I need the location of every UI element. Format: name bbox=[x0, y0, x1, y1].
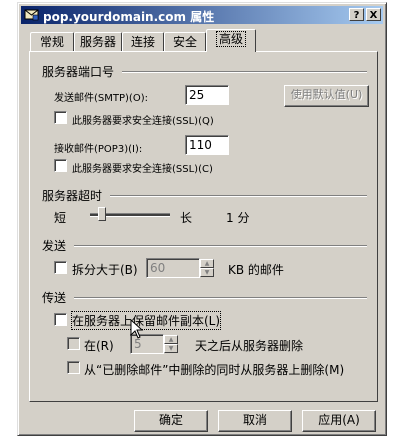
ports-divider bbox=[122, 71, 367, 73]
delivery-divider bbox=[74, 297, 367, 299]
tab-advanced-label: 高级 bbox=[215, 31, 247, 47]
window-title: pop.yourdomain.com 属性 bbox=[43, 10, 215, 24]
spin-down-icon[interactable]: ▼ bbox=[200, 268, 214, 277]
spin-up-icon[interactable]: ▲ bbox=[164, 335, 178, 344]
cancel-button[interactable]: 取消 bbox=[218, 410, 292, 432]
properties-dialog: pop.yourdomain.com 属性 ? X 常规 服务器 连接 安全 高… bbox=[17, 2, 387, 436]
sending-divider bbox=[74, 245, 367, 247]
pop3-port-input[interactable]: 110 bbox=[185, 135, 229, 155]
remove-after-label: 在(R) bbox=[84, 339, 114, 353]
timeout-value: 1 分 bbox=[226, 211, 250, 225]
remove-deleted-checkbox[interactable] bbox=[67, 361, 80, 374]
timeout-slider-thumb[interactable] bbox=[98, 207, 106, 221]
delivery-group-title: 传送 bbox=[42, 291, 67, 305]
remove-after-suffix: 天之后从服务器删除 bbox=[195, 339, 304, 353]
split-size-input[interactable]: 60 bbox=[146, 258, 200, 278]
remove-days-spinner[interactable]: ▲ ▼ bbox=[164, 335, 178, 353]
spin-down-icon[interactable]: ▼ bbox=[164, 344, 178, 353]
close-button[interactable]: X bbox=[366, 8, 381, 21]
split-size-spinner[interactable]: ▲ ▼ bbox=[200, 259, 214, 277]
tab-connection[interactable]: 连接 bbox=[122, 32, 164, 52]
title-bar[interactable]: pop.yourdomain.com 属性 ? X bbox=[21, 6, 383, 24]
timeout-short-label: 短 bbox=[54, 211, 67, 225]
split-messages-checkbox[interactable] bbox=[54, 261, 67, 274]
pop3-ssl-label: 此服务器要求安全连接(SSL)(C) bbox=[72, 164, 213, 175]
split-messages-label: 拆分大于(B) bbox=[72, 263, 138, 277]
sending-group-title: 发送 bbox=[42, 239, 67, 253]
mouse-cursor-icon bbox=[130, 319, 144, 339]
help-button[interactable]: ? bbox=[349, 8, 364, 21]
timeout-group-title: 服务器超时 bbox=[42, 189, 103, 203]
tab-advanced[interactable]: 高级 bbox=[206, 29, 256, 52]
tab-security[interactable]: 安全 bbox=[164, 32, 206, 52]
smtp-ssl-checkbox[interactable] bbox=[54, 111, 67, 124]
tab-servers[interactable]: 服务器 bbox=[74, 32, 122, 52]
timeout-long-label: 长 bbox=[180, 211, 193, 225]
mail-server-icon bbox=[24, 9, 39, 21]
pop3-ssl-checkbox[interactable] bbox=[54, 159, 67, 172]
leave-copy-checkbox[interactable] bbox=[54, 313, 67, 326]
smtp-label: 发送邮件(SMTP)(O): bbox=[54, 93, 148, 104]
leave-copy-label[interactable]: 在服务器上保留邮件副本(L) bbox=[70, 311, 222, 330]
use-default-button[interactable]: 使用默认值(U) bbox=[284, 85, 369, 107]
pop3-label: 接收邮件(POP3)(I): bbox=[54, 144, 143, 155]
smtp-ssl-label: 此服务器要求安全连接(SSL)(Q) bbox=[72, 116, 214, 127]
remove-deleted-label: 从“已删除邮件”中删除的同时从服务器上删除(M) bbox=[84, 363, 345, 377]
apply-button[interactable]: 应用(A) bbox=[302, 410, 376, 432]
tab-general[interactable]: 常规 bbox=[30, 32, 74, 52]
smtp-port-input[interactable]: 25 bbox=[185, 85, 229, 105]
split-unit-label: KB 的邮件 bbox=[228, 263, 284, 277]
timeout-divider bbox=[110, 195, 367, 197]
ports-group-title: 服务器端口号 bbox=[42, 65, 115, 79]
spin-up-icon[interactable]: ▲ bbox=[200, 259, 214, 268]
ok-button[interactable]: 确定 bbox=[134, 410, 208, 432]
remove-after-checkbox[interactable] bbox=[67, 337, 80, 350]
